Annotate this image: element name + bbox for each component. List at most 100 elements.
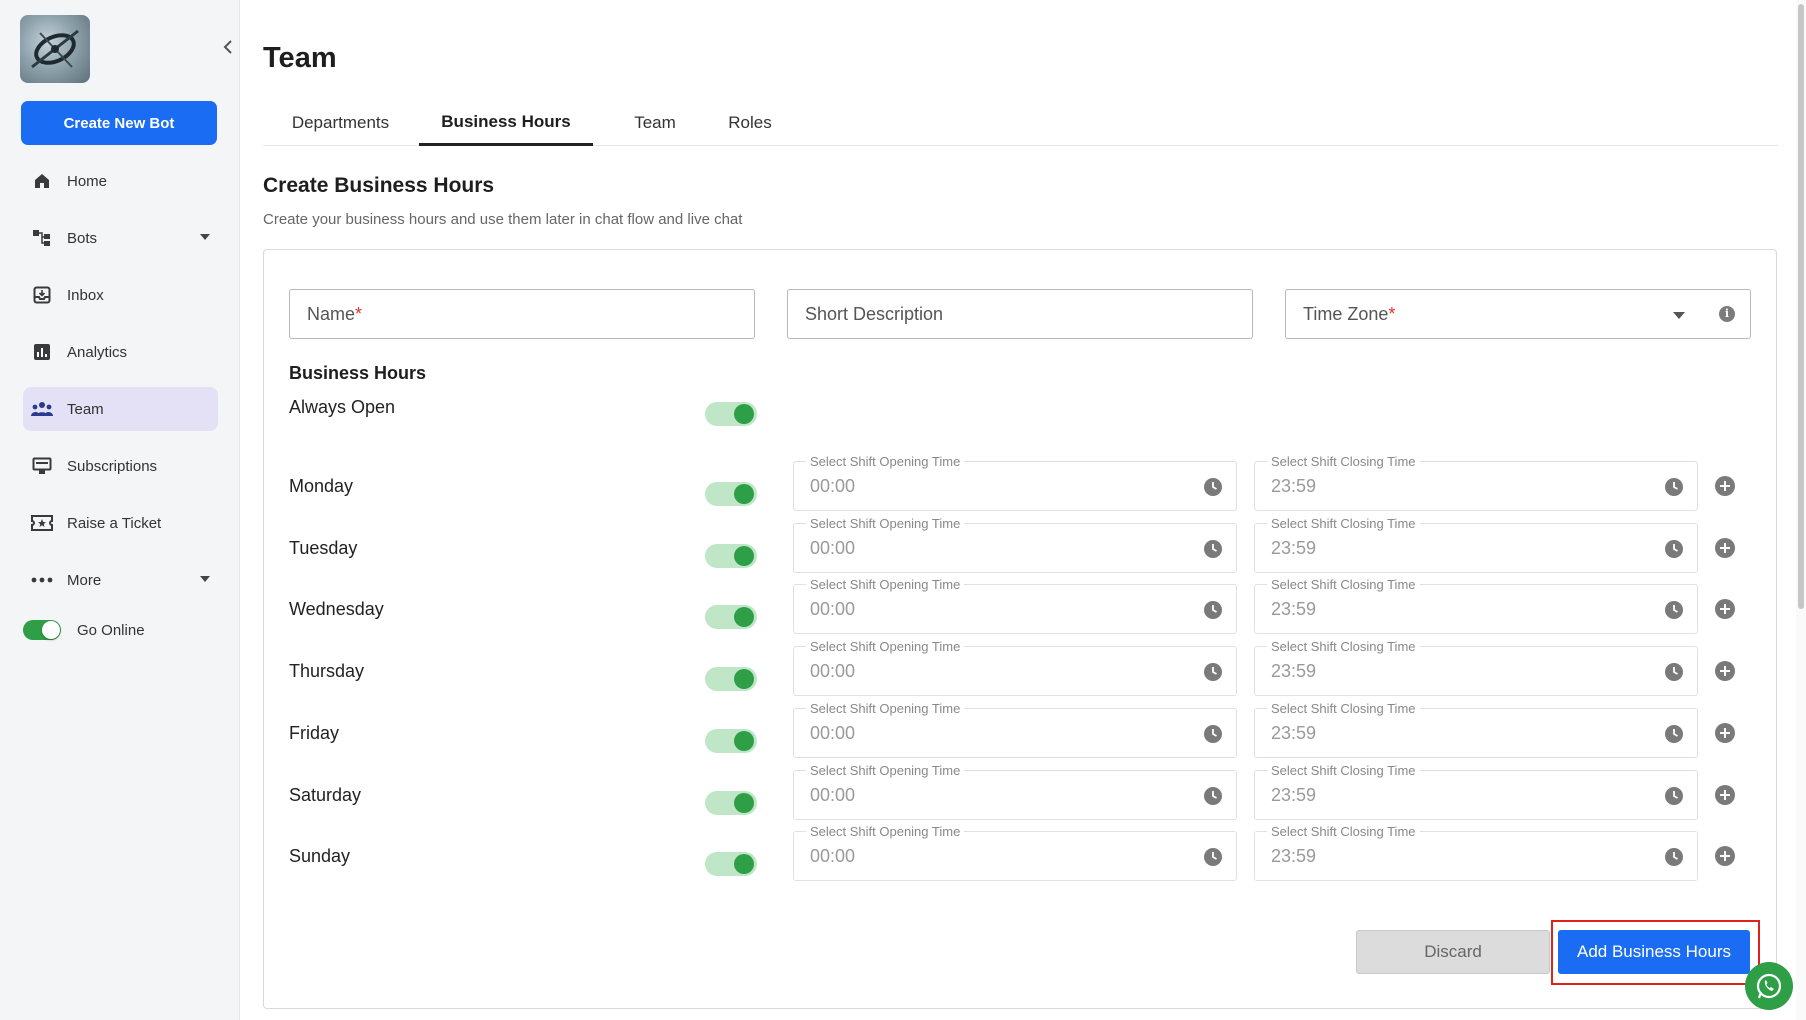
opening-time-picker[interactable]: Select Shift Opening Time 00:00	[793, 454, 1237, 511]
add-shift-icon[interactable]	[1714, 784, 1736, 806]
clock-icon[interactable]	[1664, 477, 1684, 497]
chevron-down-icon[interactable]	[200, 576, 210, 582]
collapse-sidebar-icon[interactable]	[220, 38, 238, 56]
required-mark: *	[1388, 303, 1396, 324]
add-shift-icon[interactable]	[1714, 598, 1736, 620]
tab-business-hours[interactable]: Business Hours	[419, 100, 593, 146]
team-icon	[31, 398, 53, 420]
closing-time-value: 23:59	[1271, 538, 1317, 558]
chevron-down-icon[interactable]	[1673, 312, 1685, 319]
closing-time-picker[interactable]: Select Shift Closing Time 23:59	[1254, 454, 1698, 511]
closing-time-value: 23:59	[1271, 723, 1317, 743]
clock-icon[interactable]	[1664, 600, 1684, 620]
create-new-bot-button[interactable]: Create New Bot	[21, 101, 217, 145]
closing-time-picker[interactable]: Select Shift Closing Time 23:59	[1254, 639, 1698, 696]
discard-button[interactable]: Discard	[1356, 930, 1550, 974]
app-logo[interactable]	[20, 15, 90, 83]
closing-time-value: 23:59	[1271, 599, 1317, 619]
sidebar: Create New Bot Home Bots Inbox Analytics…	[0, 0, 240, 1020]
sidebar-item-label: Analytics	[67, 343, 128, 361]
day-label: Saturday	[289, 785, 362, 805]
opening-time-picker[interactable]: Select Shift Opening Time 00:00	[793, 639, 1237, 696]
bots-icon	[31, 227, 53, 249]
add-shift-icon[interactable]	[1714, 537, 1736, 559]
tab-roles[interactable]: Roles	[703, 100, 797, 146]
sidebar-item-home[interactable]: Home	[23, 159, 218, 203]
clock-icon[interactable]	[1203, 662, 1223, 682]
timezone-select[interactable]: Time Zone * i	[1285, 289, 1751, 339]
add-business-hours-button[interactable]: Add Business Hours	[1558, 930, 1750, 974]
closing-time-value: 23:59	[1271, 476, 1317, 496]
day-toggle[interactable]	[705, 482, 757, 506]
sidebar-item-more[interactable]: More	[23, 558, 218, 602]
go-online-label: Go Online	[77, 621, 145, 639]
opening-time-label: Select Shift Opening Time	[806, 516, 965, 531]
whatsapp-chat-button[interactable]	[1745, 962, 1793, 1010]
closing-time-picker[interactable]: Select Shift Closing Time 23:59	[1254, 577, 1698, 634]
clock-icon[interactable]	[1664, 786, 1684, 806]
sidebar-item-raise-ticket[interactable]: Raise a Ticket	[23, 501, 218, 545]
clock-icon[interactable]	[1203, 477, 1223, 497]
clock-icon[interactable]	[1664, 662, 1684, 682]
closing-time-label: Select Shift Closing Time	[1267, 763, 1420, 778]
sidebar-item-label: Bots	[67, 229, 98, 247]
required-mark: *	[355, 303, 363, 324]
day-toggle[interactable]	[705, 605, 757, 629]
short-description-field[interactable]: Short Description	[787, 289, 1253, 339]
scrollbar-thumb[interactable]	[1798, 4, 1804, 609]
clock-icon[interactable]	[1203, 847, 1223, 867]
closing-time-picker[interactable]: Select Shift Closing Time 23:59	[1254, 763, 1698, 820]
chevron-down-icon[interactable]	[200, 234, 210, 240]
day-label: Sunday	[289, 846, 351, 866]
add-shift-icon[interactable]	[1714, 845, 1736, 867]
clock-icon[interactable]	[1664, 847, 1684, 867]
section-title: Create Business Hours	[263, 174, 495, 197]
closing-time-label: Select Shift Closing Time	[1267, 824, 1420, 839]
opening-time-value: 00:00	[810, 599, 856, 619]
sidebar-item-bots[interactable]: Bots	[23, 216, 218, 260]
closing-time-picker[interactable]: Select Shift Closing Time 23:59	[1254, 516, 1698, 573]
sidebar-item-label: Home	[67, 172, 108, 190]
tab-team[interactable]: Team	[608, 100, 702, 146]
day-toggle[interactable]	[705, 667, 757, 691]
closing-time-picker[interactable]: Select Shift Closing Time 23:59	[1254, 824, 1698, 881]
go-online-toggle[interactable]	[23, 620, 61, 640]
clock-icon[interactable]	[1203, 786, 1223, 806]
day-toggle[interactable]	[705, 544, 757, 568]
opening-time-picker[interactable]: Select Shift Opening Time 00:00	[793, 701, 1237, 758]
info-icon[interactable]: i	[1719, 306, 1735, 322]
closing-time-value: 23:59	[1271, 661, 1317, 681]
section-subtitle: Create your business hours and use them …	[263, 211, 743, 228]
day-toggle[interactable]	[705, 729, 757, 753]
add-shift-icon[interactable]	[1714, 475, 1736, 497]
sidebar-item-analytics[interactable]: Analytics	[23, 330, 218, 374]
sidebar-item-inbox[interactable]: Inbox	[23, 273, 218, 317]
page-scrollbar[interactable]	[1796, 0, 1806, 1020]
day-toggle[interactable]	[705, 852, 757, 876]
add-shift-icon[interactable]	[1714, 660, 1736, 682]
clock-icon[interactable]	[1203, 600, 1223, 620]
day-toggle[interactable]	[705, 791, 757, 815]
closing-time-picker[interactable]: Select Shift Closing Time 23:59	[1254, 701, 1698, 758]
name-field[interactable]: Name *	[289, 289, 755, 339]
tab-departments[interactable]: Departments	[263, 100, 418, 146]
opening-time-picker[interactable]: Select Shift Opening Time 00:00	[793, 763, 1237, 820]
opening-time-label: Select Shift Opening Time	[806, 824, 965, 839]
closing-time-value: 23:59	[1271, 785, 1317, 805]
ticket-icon	[31, 512, 53, 534]
sidebar-item-label: Team	[67, 400, 104, 418]
clock-icon[interactable]	[1664, 539, 1684, 559]
opening-time-picker[interactable]: Select Shift Opening Time 00:00	[793, 516, 1237, 573]
day-label: Friday	[289, 723, 340, 743]
add-shift-icon[interactable]	[1714, 722, 1736, 744]
sidebar-item-team[interactable]: Team	[23, 387, 218, 431]
clock-icon[interactable]	[1203, 724, 1223, 744]
sidebar-item-subscriptions[interactable]: Subscriptions	[23, 444, 218, 488]
home-icon	[31, 170, 53, 192]
opening-time-picker[interactable]: Select Shift Opening Time 00:00	[793, 577, 1237, 634]
opening-time-picker[interactable]: Select Shift Opening Time 00:00	[793, 824, 1237, 881]
always-open-toggle[interactable]	[705, 402, 757, 426]
clock-icon[interactable]	[1203, 539, 1223, 559]
clock-icon[interactable]	[1664, 724, 1684, 744]
opening-time-label: Select Shift Opening Time	[806, 763, 965, 778]
